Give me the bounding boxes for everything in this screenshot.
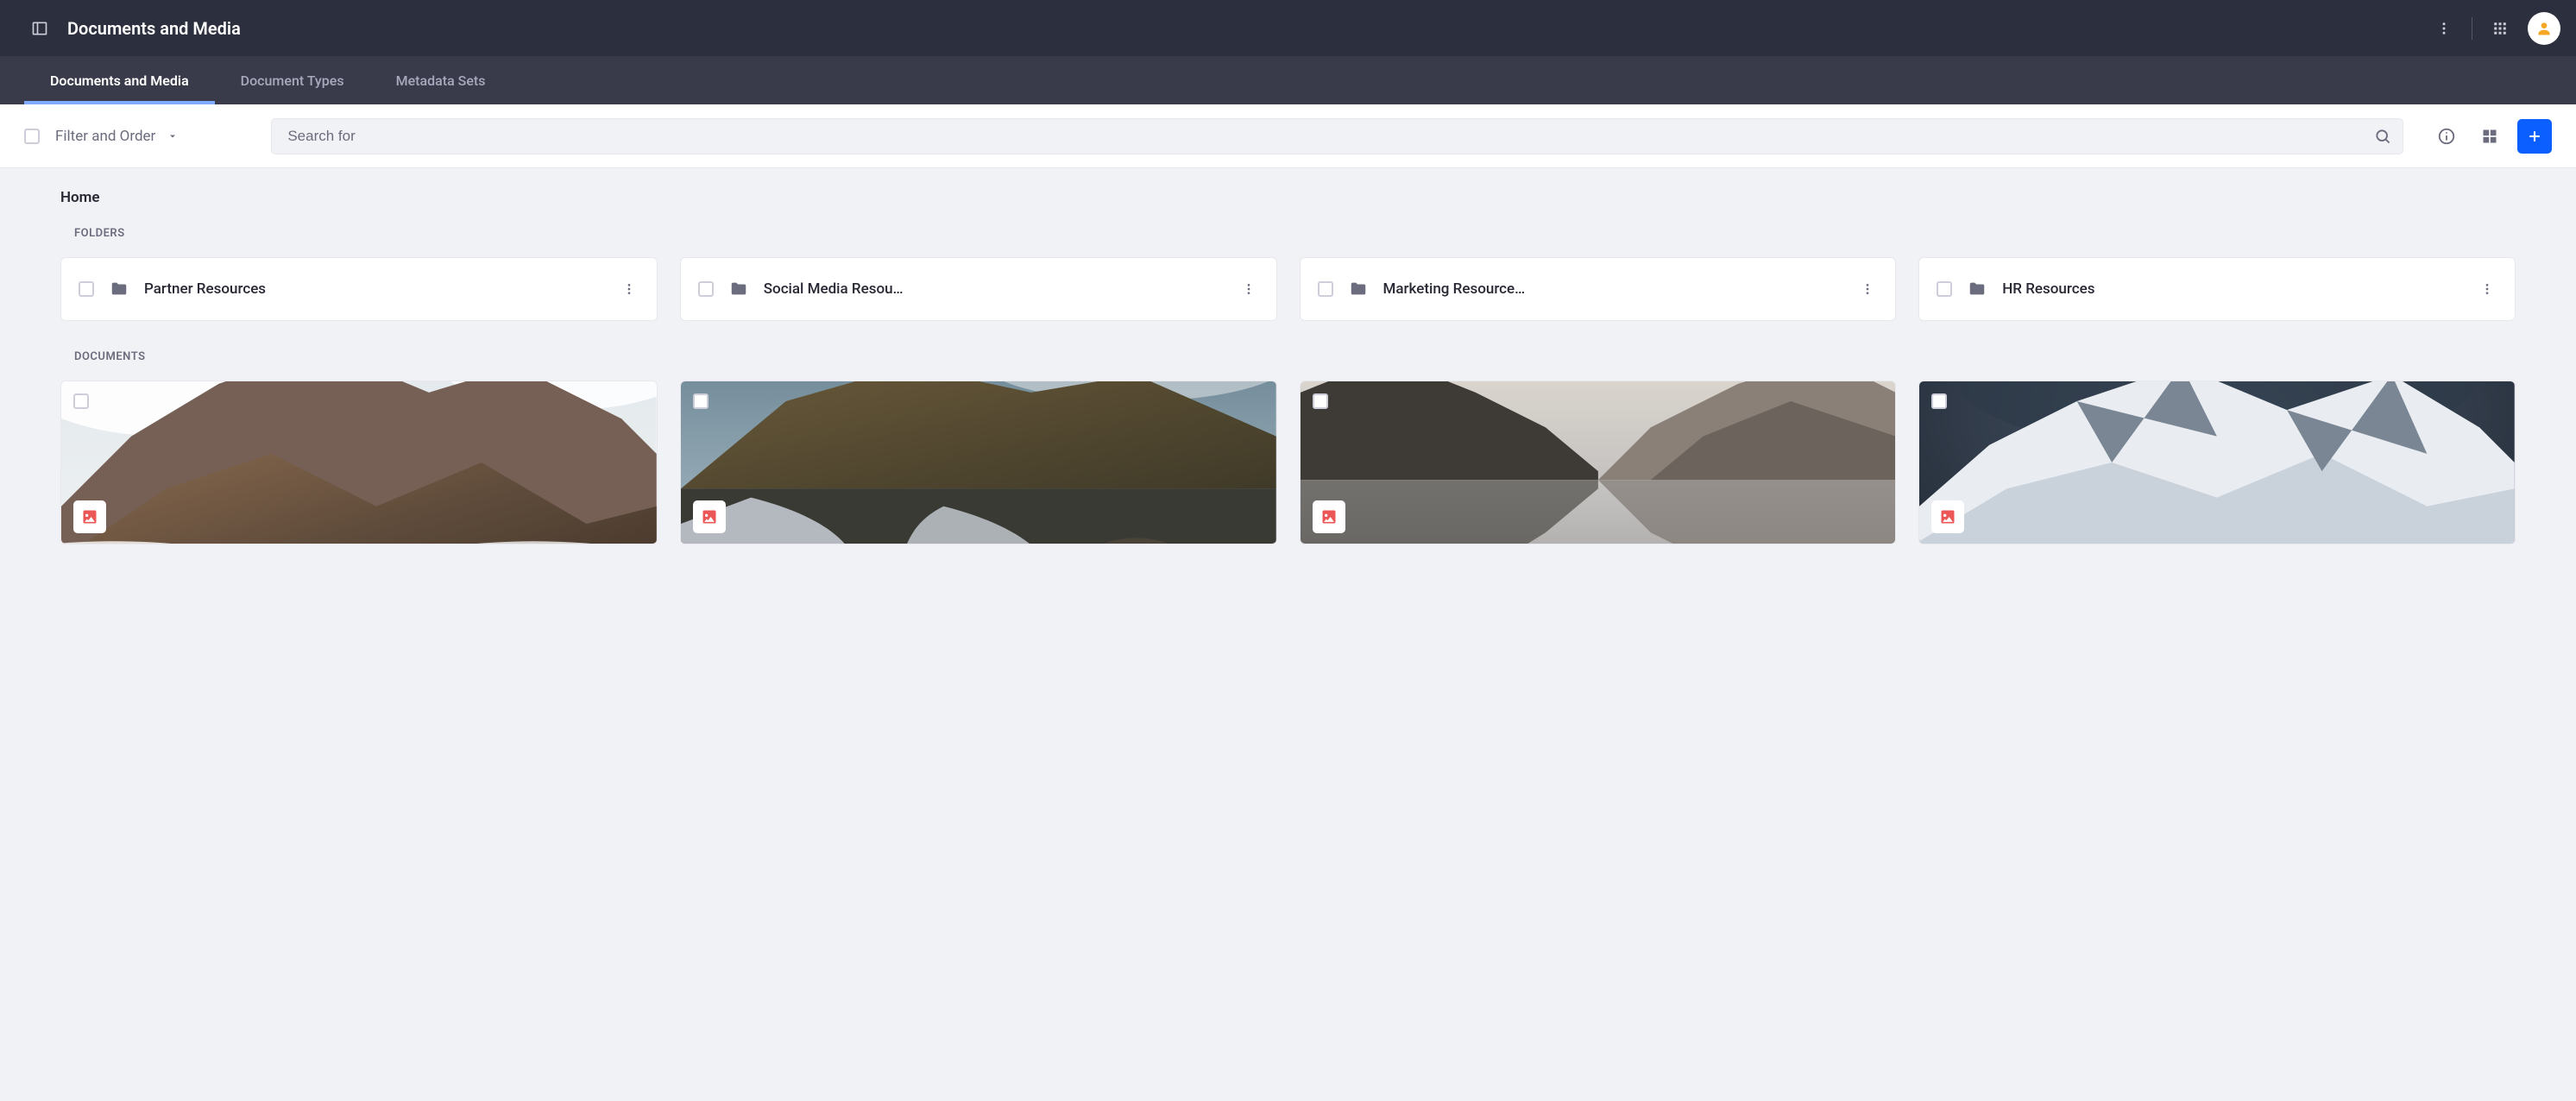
- folder-checkbox[interactable]: [79, 281, 94, 297]
- folder-name: Marketing Resource…: [1383, 280, 1837, 298]
- tab-label: Documents and Media: [50, 72, 189, 89]
- document-checkbox[interactable]: [1313, 393, 1328, 409]
- folder-name: Partner Resources: [144, 280, 598, 298]
- folder-more-icon[interactable]: [614, 274, 645, 305]
- image-type-badge: [693, 500, 726, 533]
- folder-card[interactable]: Marketing Resource…: [1300, 257, 1897, 321]
- folder-checkbox[interactable]: [698, 281, 714, 297]
- folder-card[interactable]: Social Media Resou…: [680, 257, 1277, 321]
- folder-name: HR Resources: [2002, 280, 2456, 298]
- image-type-badge: [73, 500, 106, 533]
- document-checkbox[interactable]: [73, 393, 89, 409]
- select-all-checkbox[interactable]: [24, 129, 40, 144]
- search-input[interactable]: [271, 118, 2403, 154]
- document-card[interactable]: [60, 381, 658, 544]
- image-type-badge: [1931, 500, 1964, 533]
- page-title: Documents and Media: [67, 18, 241, 39]
- folder-card[interactable]: Partner Resources: [60, 257, 658, 321]
- panel-toggle-icon[interactable]: [24, 13, 55, 44]
- tab-document-types[interactable]: Document Types: [215, 56, 370, 104]
- header-more-icon[interactable]: [2428, 13, 2459, 44]
- folder-card[interactable]: HR Resources: [1918, 257, 2516, 321]
- folder-more-icon[interactable]: [2472, 274, 2503, 305]
- document-checkbox[interactable]: [1931, 393, 1947, 409]
- add-button[interactable]: [2517, 119, 2552, 154]
- tab-documents-media[interactable]: Documents and Media: [24, 56, 215, 104]
- folder-checkbox[interactable]: [1318, 281, 1333, 297]
- filter-label: Filter and Order: [55, 128, 155, 145]
- document-checkbox[interactable]: [693, 393, 709, 409]
- folder-more-icon[interactable]: [1233, 274, 1264, 305]
- apps-grid-icon[interactable]: [2485, 13, 2516, 44]
- document-thumbnail: [61, 381, 657, 544]
- folder-icon: [1968, 280, 1987, 299]
- folder-icon: [1349, 280, 1368, 299]
- folder-more-icon[interactable]: [1852, 274, 1883, 305]
- document-card[interactable]: [1918, 381, 2516, 544]
- folder-name: Social Media Resou…: [764, 280, 1218, 298]
- document-thumbnail: [1919, 381, 2515, 544]
- document-card[interactable]: [680, 381, 1277, 544]
- user-avatar[interactable]: [2528, 12, 2560, 45]
- image-icon: [81, 508, 98, 525]
- folder-icon: [729, 280, 748, 299]
- plus-icon: [2526, 128, 2543, 145]
- folder-checkbox[interactable]: [1937, 281, 1952, 297]
- image-icon: [701, 508, 718, 525]
- tab-label: Document Types: [241, 72, 344, 89]
- breadcrumb[interactable]: Home: [60, 189, 2516, 206]
- image-icon: [1320, 508, 1338, 525]
- tab-metadata-sets[interactable]: Metadata Sets: [370, 56, 512, 104]
- caret-down-icon: [167, 131, 178, 142]
- info-icon[interactable]: [2431, 121, 2462, 152]
- document-thumbnail: [1301, 381, 1896, 544]
- document-card[interactable]: [1300, 381, 1897, 544]
- folders-section-label: FOLDERS: [74, 227, 2516, 240]
- filter-order-button[interactable]: Filter and Order: [55, 124, 178, 148]
- folder-icon: [110, 280, 129, 299]
- tabs-bar: Documents and Media Document Types Metad…: [0, 56, 2576, 104]
- tab-label: Metadata Sets: [396, 72, 486, 89]
- view-grid-icon[interactable]: [2474, 121, 2505, 152]
- image-type-badge: [1313, 500, 1345, 533]
- documents-section-label: DOCUMENTS: [74, 350, 2516, 363]
- image-icon: [1939, 508, 1956, 525]
- document-thumbnail: [681, 381, 1276, 544]
- search-icon[interactable]: [2374, 128, 2391, 145]
